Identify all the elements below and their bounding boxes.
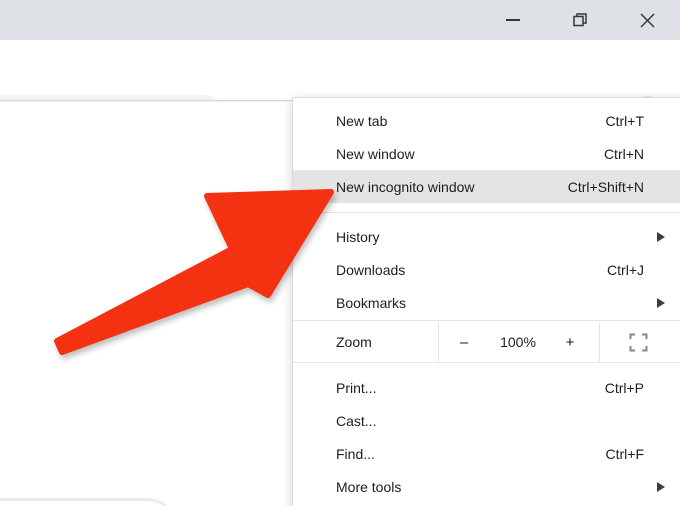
minimize-icon: [506, 19, 520, 21]
fullscreen-icon: [629, 333, 647, 351]
shortcut-label: Ctrl+F: [605, 445, 645, 462]
title-bar: [0, 0, 680, 40]
minimize-button[interactable]: [490, 0, 536, 40]
zoom-in-button[interactable]: +: [555, 322, 585, 362]
restore-icon: [573, 13, 587, 27]
browser-window: » a ↓ png ✓ 999+: [0, 0, 680, 506]
submenu-arrow-icon: [657, 297, 665, 308]
menu-separator: [293, 320, 680, 321]
submenu-arrow-icon: [657, 231, 665, 242]
menu-item-print[interactable]: Print... Ctrl+P: [293, 371, 680, 404]
menu-item-find[interactable]: Find... Ctrl+F: [293, 437, 680, 470]
menu-separator: [293, 212, 680, 213]
menu-item-new-tab[interactable]: New tab Ctrl+T: [293, 104, 680, 137]
chrome-main-menu: New tab Ctrl+T New window Ctrl+N New inc…: [292, 97, 680, 506]
menu-item-zoom: Zoom – 100% +: [293, 322, 680, 362]
shortcut-label: Ctrl+P: [604, 379, 644, 396]
menu-item-bookmarks[interactable]: Bookmarks: [293, 286, 680, 319]
menu-item-cast[interactable]: Cast...: [293, 404, 680, 437]
menu-item-history[interactable]: History: [293, 220, 680, 253]
page-card-edge: [0, 498, 176, 506]
zoom-out-button[interactable]: –: [449, 322, 479, 362]
shortcut-label: Ctrl+Shift+N: [567, 178, 644, 195]
fullscreen-button[interactable]: [626, 330, 650, 354]
submenu-arrow-icon: [657, 481, 665, 492]
menu-separator: [293, 362, 680, 363]
menu-item-new-window[interactable]: New window Ctrl+N: [293, 137, 680, 170]
menu-item-downloads[interactable]: Downloads Ctrl+J: [293, 253, 680, 286]
close-button[interactable]: [624, 0, 670, 40]
shortcut-label: Ctrl+J: [607, 261, 644, 278]
menu-item-new-incognito-window[interactable]: New incognito window Ctrl+Shift+N: [293, 170, 680, 203]
toolbar: » a ↓ png ✓ 999+: [0, 40, 680, 137]
shortcut-label: Ctrl+N: [603, 145, 644, 162]
restore-button[interactable]: [557, 0, 603, 40]
menu-item-more-tools[interactable]: More tools: [293, 470, 680, 503]
shortcut-label: Ctrl+T: [605, 112, 645, 129]
zoom-level-value: 100%: [500, 334, 536, 350]
close-icon: [639, 12, 655, 28]
